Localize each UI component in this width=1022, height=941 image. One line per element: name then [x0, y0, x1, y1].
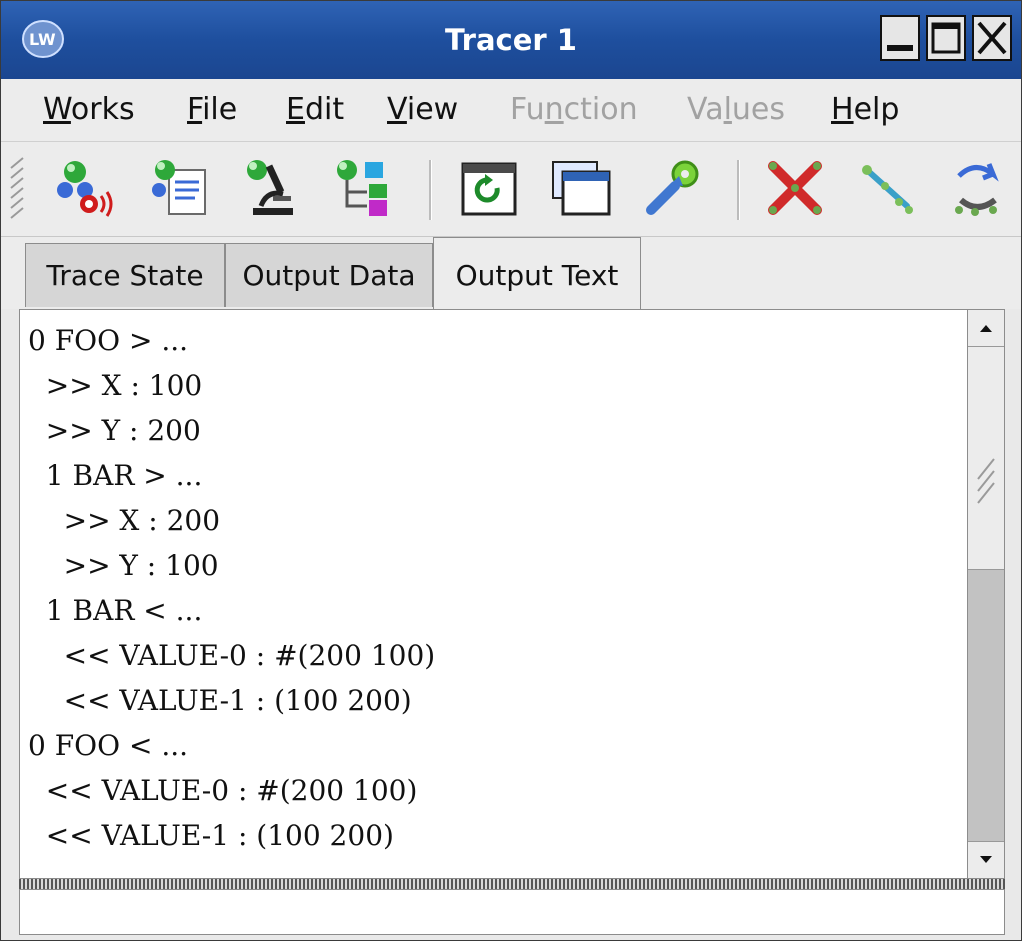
minimize-icon: [887, 45, 913, 51]
tab-bar: Trace State Output Data Output Text: [1, 237, 1021, 309]
settings-wrench-icon[interactable]: [641, 156, 705, 220]
scroll-down-button[interactable]: [968, 841, 1004, 878]
restore-icon[interactable]: [945, 156, 1009, 220]
toolbar: [1, 142, 1021, 237]
toolbar-separator: [429, 160, 432, 220]
status-field: [19, 889, 1005, 935]
output-text-pane[interactable]: 0 FOO > ... >> X : 100 >> Y : 200 1 BAR …: [19, 309, 1005, 879]
menu-function[interactable]: Function: [510, 79, 638, 141]
menu-bar: Works File Edit View Function Values Hel…: [1, 79, 1021, 142]
inspect-microscope-icon[interactable]: [239, 156, 303, 220]
menu-edit[interactable]: Edit: [286, 79, 344, 141]
arrow-up-icon: [980, 325, 992, 332]
refresh-window-icon[interactable]: [457, 156, 521, 220]
toolbar-separator: [737, 160, 740, 220]
scrollbar-thumb[interactable]: [968, 347, 1004, 570]
tracer-window: LW Tracer 1 Works File Edit View Functio…: [0, 0, 1022, 941]
trace-network-icon[interactable]: [55, 156, 119, 220]
arrow-down-icon: [980, 856, 992, 863]
vertical-scrollbar[interactable]: [967, 310, 1004, 878]
close-button[interactable]: [972, 15, 1012, 61]
close-icon: [977, 21, 1007, 55]
window-title: Tracer 1: [445, 23, 577, 57]
scroll-up-button[interactable]: [968, 310, 1004, 347]
title-bar[interactable]: LW Tracer 1: [1, 1, 1021, 79]
menu-works[interactable]: Works: [43, 79, 135, 141]
trace-document-icon[interactable]: [149, 156, 213, 220]
tab-output-data[interactable]: Output Data: [225, 243, 433, 307]
window-icon[interactable]: [549, 156, 613, 220]
maximize-button[interactable]: [926, 15, 966, 61]
grip-lines-icon: [977, 458, 995, 504]
trace-output-text[interactable]: 0 FOO > ... >> X : 100 >> Y : 200 1 BAR …: [28, 318, 954, 878]
tab-output-text[interactable]: Output Text: [433, 237, 641, 309]
untrace-icon[interactable]: [855, 156, 919, 220]
tab-trace-state[interactable]: Trace State: [25, 243, 225, 307]
untrace-all-icon[interactable]: [763, 156, 827, 220]
trace-tree-icon[interactable]: [331, 156, 395, 220]
toolbar-grip-icon[interactable]: [9, 156, 33, 222]
pane-splitter[interactable]: [19, 879, 1005, 889]
menu-file[interactable]: File: [187, 79, 237, 141]
menu-values[interactable]: Values: [687, 79, 785, 141]
minimize-button[interactable]: [880, 15, 920, 61]
maximize-icon: [931, 22, 961, 54]
menu-help[interactable]: Help: [831, 79, 899, 141]
menu-view[interactable]: View: [387, 79, 458, 141]
